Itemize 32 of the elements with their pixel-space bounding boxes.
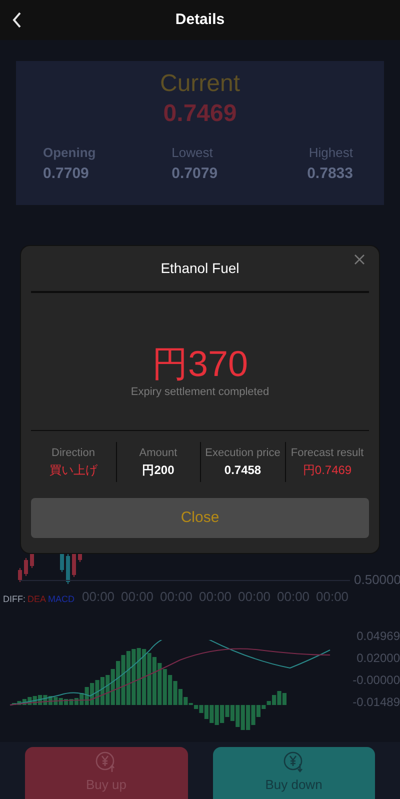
detail-value: 円0.7469 bbox=[302, 462, 352, 480]
yen-up-icon bbox=[95, 751, 118, 774]
macd-axis-label: 0.04969 bbox=[356, 630, 400, 642]
dialog-title: Ethanol Fuel bbox=[160, 259, 240, 278]
yen-down-icon bbox=[282, 751, 305, 774]
detail-value: 円200 bbox=[142, 462, 174, 480]
stat-value: 0.7079 bbox=[172, 164, 218, 184]
detail-label: Amount bbox=[139, 446, 178, 461]
status-text: Expiry settlement completed bbox=[130, 385, 270, 400]
back-icon[interactable] bbox=[12, 12, 22, 28]
current-value: 0.7469 bbox=[163, 99, 237, 129]
close-icon[interactable] bbox=[354, 254, 365, 265]
macd-axis-label: -0.00000 bbox=[352, 674, 400, 686]
legend-label: DEA bbox=[28, 593, 46, 606]
macd-axis-label: -0.01489 bbox=[352, 696, 400, 708]
stat-label: Highest bbox=[308, 144, 353, 162]
detail-label: Direction bbox=[52, 446, 95, 461]
close-button[interactable]: Close bbox=[31, 498, 369, 538]
stat-value: 0.7833 bbox=[307, 164, 353, 184]
detail-value: 買い上げ bbox=[49, 462, 98, 480]
stat-value: 0.7709 bbox=[43, 164, 89, 184]
stat-label: Opening bbox=[43, 144, 96, 162]
macd-axis-label: 0.02000 bbox=[356, 652, 400, 664]
detail-value: 0.7458 bbox=[224, 462, 262, 480]
current-label: Current bbox=[160, 69, 240, 99]
detail-label: Forecast result bbox=[290, 446, 364, 461]
page-title: Details bbox=[175, 10, 225, 30]
legend-label: MACD bbox=[48, 593, 75, 606]
legend-label: DIFF: bbox=[3, 593, 26, 606]
detail-label: Execution price bbox=[205, 446, 280, 461]
payout-amount: 円370 bbox=[152, 344, 248, 384]
stat-label: Lowest bbox=[172, 144, 213, 162]
